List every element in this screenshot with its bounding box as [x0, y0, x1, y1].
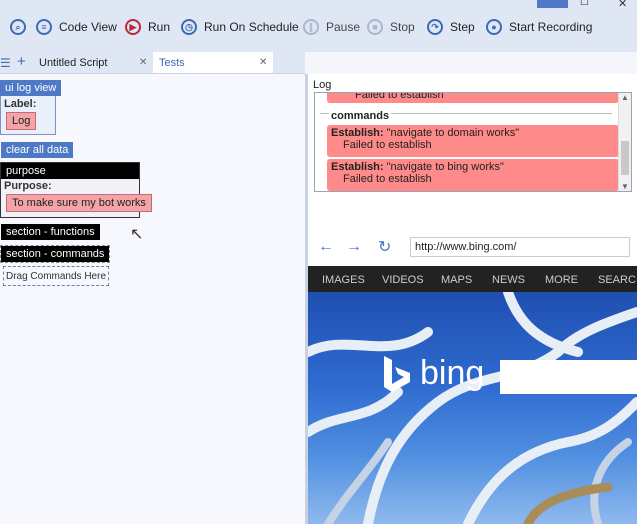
pause-label: Pause — [326, 20, 361, 34]
log-scrollbar[interactable]: ▲ ▼ — [618, 93, 631, 191]
step-button[interactable]: ↷ Step — [427, 16, 475, 38]
section-functions-block[interactable]: section - functions — [1, 224, 100, 240]
bing-logo-text: bing — [420, 354, 485, 392]
log-entry-key: Establish: — [331, 127, 384, 139]
nav-more[interactable]: MORE — [545, 274, 578, 286]
clear-all-data-block[interactable]: clear all data — [1, 142, 74, 158]
nav-search[interactable]: SEARC — [598, 274, 636, 286]
toolbar: ⌕ ≡ Code View ▶ Run ◷ Run On Schedule ∥ … — [0, 0, 637, 52]
add-tab-icon[interactable]: + — [17, 53, 26, 70]
log-entry-status: Failed to establish — [343, 173, 432, 185]
clock-icon: ◷ — [181, 19, 197, 35]
scroll-down-icon[interactable]: ▼ — [621, 182, 629, 191]
window-maximize-icon[interactable]: ☐ — [580, 0, 589, 8]
start-recording-label: Start Recording — [509, 20, 593, 34]
mouse-cursor-icon: ↖ — [130, 226, 144, 243]
log-entry-key: Establish: — [331, 161, 384, 173]
forward-arrow-icon[interactable]: → — [346, 238, 362, 256]
log-title: Log — [313, 79, 332, 91]
back-arrow-icon[interactable]: ← — [318, 238, 334, 256]
start-recording-button[interactable]: ● Start Recording — [486, 16, 592, 38]
tab-label: Tests — [159, 56, 185, 69]
close-tab-icon[interactable]: ✕ — [259, 57, 267, 68]
nav-videos[interactable]: VIDEOS — [382, 274, 424, 286]
search-icon: ⌕ — [10, 19, 26, 35]
script-panel: ui log view Label: Log clear all data pu… — [0, 74, 305, 524]
record-icon: ● — [486, 19, 502, 35]
tab-label: Untitled Script — [39, 56, 108, 69]
search-button[interactable]: ⌕ — [10, 16, 33, 38]
window-close-icon[interactable]: ✕ — [618, 0, 627, 10]
log-box[interactable]: Failed to establish commands Establish: … — [314, 92, 632, 192]
scroll-thumb[interactable] — [621, 141, 629, 175]
stop-button[interactable]: ■ Stop — [367, 16, 415, 38]
log-entry-value: "navigate to domain works" — [386, 127, 520, 139]
close-tab-icon[interactable]: ✕ — [139, 57, 147, 68]
label-caption: Label: — [4, 98, 37, 110]
log-entry: Establish: "navigate to bing works" Fail… — [327, 159, 619, 191]
bing-search-input[interactable] — [500, 360, 637, 394]
nav-images[interactable]: IMAGES — [322, 274, 365, 286]
bing-nav-bar: IMAGES VIDEOS MAPS NEWS MORE SEARC — [308, 266, 637, 292]
window-minimize-button[interactable] — [537, 0, 568, 8]
play-icon: ▶ — [125, 19, 141, 35]
refresh-icon[interactable]: ↻ — [378, 237, 391, 257]
code-view-icon: ≡ — [36, 19, 52, 35]
step-icon: ↷ — [427, 19, 443, 35]
tree-silhouette — [308, 292, 637, 524]
code-view-button[interactable]: ≡ Code View — [36, 16, 117, 38]
purpose-caption: Purpose: — [4, 180, 52, 192]
log-entry-partial: Failed to establish — [327, 92, 619, 103]
code-view-label: Code View — [59, 20, 117, 34]
pause-button[interactable]: ∥ Pause — [303, 16, 360, 38]
url-input[interactable]: http://www.bing.com/ — [410, 237, 630, 257]
log-entry-status: Failed to establish — [343, 139, 432, 151]
stop-icon: ■ — [367, 19, 383, 35]
section-commands-block[interactable]: section - commands — [0, 245, 111, 263]
run-on-schedule-button[interactable]: ◷ Run On Schedule — [181, 16, 299, 38]
pause-icon: ∥ — [303, 19, 319, 35]
bing-background-image: bing — [308, 292, 637, 524]
log-entry-value: "navigate to bing works" — [386, 161, 504, 173]
run-button[interactable]: ▶ Run — [125, 16, 170, 38]
ui-log-view-header[interactable]: ui log view — [0, 80, 62, 96]
tab-tests[interactable]: Tests ✕ — [153, 52, 273, 73]
drag-commands-drop-zone[interactable]: Drag Commands Here — [3, 266, 109, 286]
nav-maps[interactable]: MAPS — [441, 274, 472, 286]
purpose-header[interactable]: purpose — [1, 163, 139, 179]
nav-news[interactable]: NEWS — [492, 274, 525, 286]
label-value-field[interactable]: Log — [6, 112, 37, 130]
tab-untitled-script[interactable]: Untitled Script ✕ — [33, 52, 153, 73]
run-on-schedule-label: Run On Schedule — [204, 20, 299, 34]
run-label: Run — [148, 20, 171, 34]
tab-bar: ☰ + Untitled Script ✕ Tests ✕ — [0, 52, 305, 74]
stop-label: Stop — [390, 20, 415, 34]
commands-group-label: commands — [329, 110, 392, 122]
scroll-up-icon[interactable]: ▲ — [621, 93, 629, 102]
log-entry-status: Failed to establish — [355, 92, 444, 101]
menu-icon[interactable]: ☰ — [0, 56, 11, 70]
bing-logo-icon — [378, 354, 412, 394]
log-entry: Establish: "navigate to domain works" Fa… — [327, 125, 619, 157]
purpose-value-field[interactable]: To make sure my bot works — [6, 194, 152, 212]
step-label: Step — [450, 20, 475, 34]
